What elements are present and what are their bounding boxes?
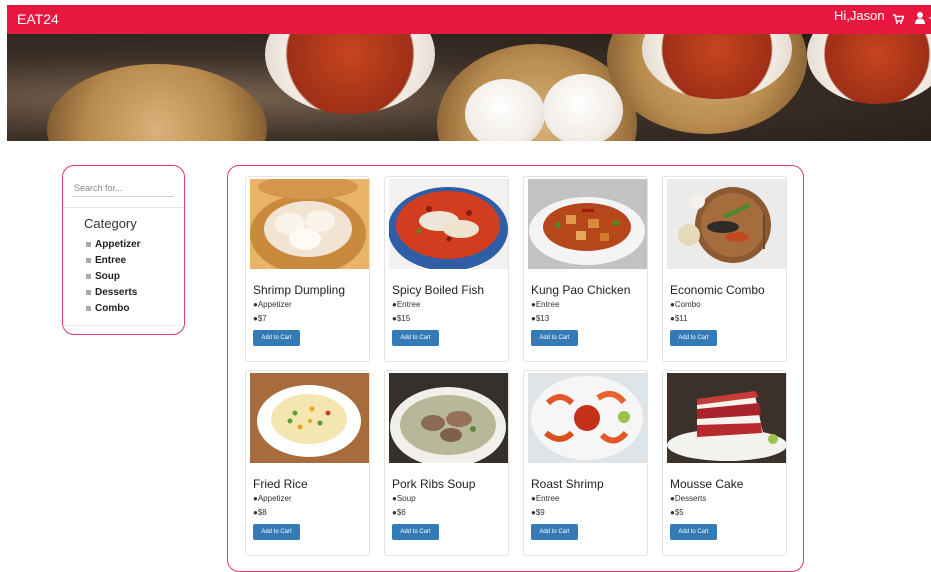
product-image — [250, 373, 369, 463]
square-bullet-icon — [86, 241, 91, 247]
product-image — [667, 373, 786, 463]
product-image — [528, 373, 647, 463]
product-image — [389, 373, 508, 463]
product-category: ●Entree — [392, 300, 421, 309]
product-name: Shrimp Dumpling — [253, 283, 346, 297]
product-name: Economic Combo — [670, 283, 765, 297]
product-price: ●$7 — [253, 314, 267, 323]
product-name: Spicy Boiled Fish — [392, 283, 485, 297]
category-title: Category — [84, 216, 137, 231]
cart-icon[interactable] — [892, 12, 905, 30]
square-bullet-icon — [86, 273, 91, 279]
product-category: ●Entree — [531, 300, 560, 309]
top-navbar: EAT24 Hi,Jason — [7, 5, 931, 34]
user-greeting[interactable]: Hi,Jason — [834, 8, 885, 23]
product-price: ●$13 — [531, 314, 550, 323]
sidebar-divider — [63, 207, 184, 208]
product-name: Pork Ribs Soup — [392, 477, 476, 491]
add-to-cart-button[interactable]: Add to Cart — [670, 330, 717, 346]
add-to-cart-button[interactable]: Add to Cart — [253, 330, 300, 346]
product-price: ●$6 — [392, 508, 406, 517]
add-to-cart-button[interactable]: Add to Cart — [670, 524, 717, 540]
product-name: Kung Pao Chicken — [531, 283, 631, 297]
product-name: Mousse Cake — [670, 477, 744, 491]
category-item-appetizer[interactable]: Appetizer — [86, 237, 141, 253]
product-image — [389, 179, 508, 269]
product-price: ●$15 — [392, 314, 411, 323]
product-card: Spicy Boiled Fish ●Entree ●$15 Add to Ca… — [384, 176, 509, 362]
product-price: ●$11 — [670, 314, 688, 323]
add-to-cart-button[interactable]: Add to Cart — [392, 524, 439, 540]
product-grid: Shrimp Dumpling ●Appetizer ●$7 Add to Ca… — [227, 165, 804, 572]
category-sidebar: Category Appetizer Entree Soup Desserts … — [62, 165, 185, 335]
category-list: Appetizer Entree Soup Desserts Combo — [86, 237, 141, 317]
category-item-combo[interactable]: Combo — [86, 301, 141, 317]
add-to-cart-button[interactable]: Add to Cart — [392, 330, 439, 346]
product-card: Roast Shrimp ●Entree ●$9 Add to Cart — [523, 370, 648, 556]
search-input[interactable] — [72, 179, 174, 197]
product-card: Economic Combo ●Combo ●$11 Add to Cart — [662, 176, 787, 362]
square-bullet-icon — [86, 289, 91, 295]
sidebar-divider — [63, 325, 184, 326]
product-card: Shrimp Dumpling ●Appetizer ●$7 Add to Ca… — [245, 176, 370, 362]
product-card: Mousse Cake ●Desserts ●$5 Add to Cart — [662, 370, 787, 556]
product-category: ●Appetizer — [253, 494, 292, 503]
category-item-soup[interactable]: Soup — [86, 269, 141, 285]
hero-banner — [7, 34, 931, 141]
product-price: ●$5 — [670, 508, 684, 517]
category-item-desserts[interactable]: Desserts — [86, 285, 141, 301]
product-name: Roast Shrimp — [531, 477, 604, 491]
product-category: ●Desserts — [670, 494, 707, 503]
product-price: ●$9 — [531, 508, 545, 517]
product-category: ●Entree — [531, 494, 560, 503]
product-category: ●Combo — [670, 300, 701, 309]
add-to-cart-button[interactable]: Add to Cart — [531, 330, 578, 346]
product-card: Fried Rice ●Appetizer ●$8 Add to Cart — [245, 370, 370, 556]
square-bullet-icon — [86, 305, 91, 311]
product-name: Fried Rice — [253, 477, 308, 491]
product-price: ●$8 — [253, 508, 267, 517]
product-card: Kung Pao Chicken ●Entree ●$13 Add to Car… — [523, 176, 648, 362]
product-image — [667, 179, 786, 269]
square-bullet-icon — [86, 257, 91, 263]
product-category: ●Appetizer — [253, 300, 292, 309]
product-image — [528, 179, 647, 269]
add-to-cart-button[interactable]: Add to Cart — [253, 524, 300, 540]
user-icon[interactable] — [914, 11, 931, 30]
product-image — [250, 179, 369, 269]
category-item-entree[interactable]: Entree — [86, 253, 141, 269]
brand-logo[interactable]: EAT24 — [17, 11, 59, 27]
add-to-cart-button[interactable]: Add to Cart — [531, 524, 578, 540]
product-card: Pork Ribs Soup ●Soup ●$6 Add to Cart — [384, 370, 509, 556]
product-category: ●Soup — [392, 494, 416, 503]
